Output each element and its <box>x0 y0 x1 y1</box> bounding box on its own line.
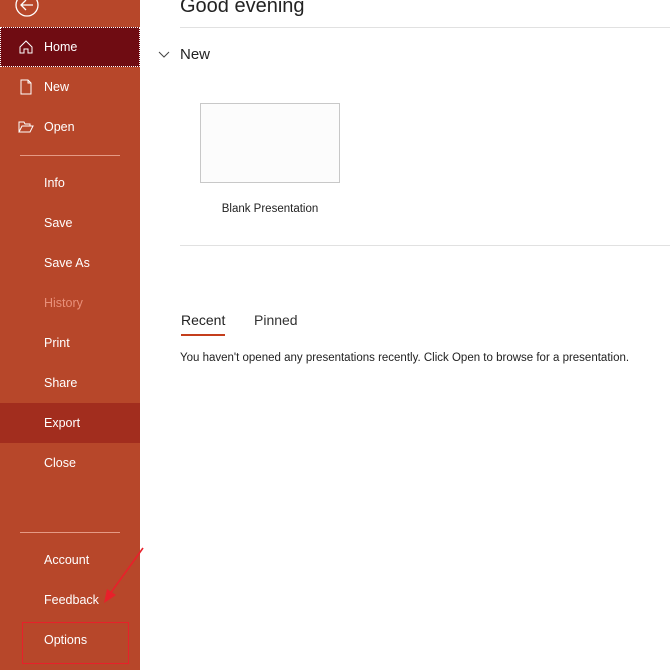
divider <box>20 532 120 533</box>
tab-recent[interactable]: Recent <box>181 312 226 336</box>
new-document-icon <box>20 79 32 95</box>
sidebar-item-info[interactable]: Info <box>0 163 140 203</box>
sidebar-item-open[interactable]: Open <box>0 107 140 147</box>
sidebar-item-print[interactable]: Print <box>0 323 140 363</box>
sidebar-item-label: History <box>44 296 83 310</box>
highlight-box <box>22 622 129 664</box>
back-arrow-icon[interactable] <box>14 0 40 18</box>
sidebar-item-share[interactable]: Share <box>0 363 140 403</box>
sidebar-item-label: Export <box>44 416 81 430</box>
main-content: Good evening New Blank Presentation Rece… <box>140 0 670 670</box>
divider <box>180 245 670 246</box>
chevron-down-icon[interactable] <box>158 50 170 60</box>
sidebar-item-home[interactable]: Home <box>0 27 140 67</box>
page-title: Good evening <box>180 0 305 17</box>
sidebar-item-label: Save As <box>44 256 90 270</box>
divider <box>180 27 670 28</box>
sidebar-item-save[interactable]: Save <box>0 203 140 243</box>
home-icon <box>19 40 33 54</box>
sidebar-item-label: Home <box>44 40 78 54</box>
sidebar-item-label: New <box>44 80 70 94</box>
sidebar-item-close[interactable]: Close <box>0 443 140 483</box>
blank-presentation-label[interactable]: Blank Presentation <box>200 203 340 215</box>
empty-recent-message: You haven't opened any presentations rec… <box>180 352 630 364</box>
sidebar-item-label: Save <box>44 216 73 230</box>
sidebar-item-label: Open <box>44 120 75 134</box>
sidebar-item-history: History <box>0 283 140 323</box>
sidebar-item-export[interactable]: Export <box>0 403 140 443</box>
sidebar-item-save-as[interactable]: Save As <box>0 243 140 283</box>
folder-open-icon <box>18 121 34 133</box>
sidebar-item-new[interactable]: New <box>0 67 140 107</box>
tab-pinned[interactable]: Pinned <box>254 312 298 328</box>
sidebar-item-label: Share <box>44 376 78 390</box>
new-section-heading: New <box>180 46 211 63</box>
sidebar-item-label: Print <box>44 336 70 350</box>
blank-presentation-thumbnail[interactable] <box>200 103 340 183</box>
sidebar-item-label: Account <box>44 553 90 567</box>
sidebar-item-label: Feedback <box>44 593 99 607</box>
sidebar-item-label: Info <box>44 176 65 190</box>
sidebar-item-label: Close <box>44 456 76 470</box>
divider <box>20 155 120 156</box>
